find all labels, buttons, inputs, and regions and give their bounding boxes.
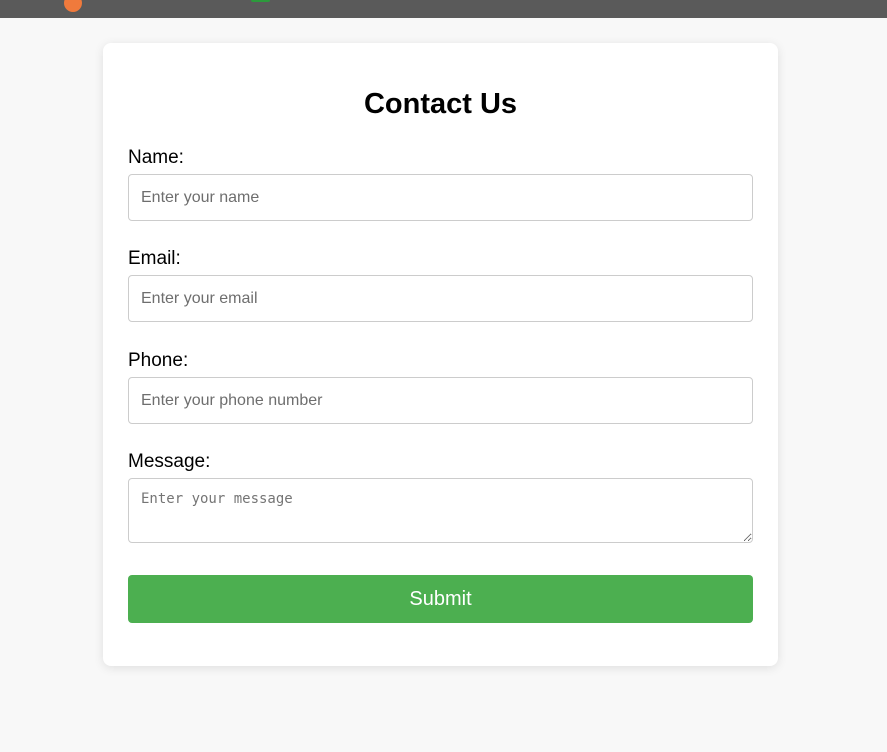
email-field-group: Email: bbox=[128, 248, 753, 322]
name-label: Name: bbox=[128, 147, 184, 168]
phone-label: Phone: bbox=[128, 350, 189, 371]
browser-tab-favicon-icon[interactable] bbox=[64, 0, 82, 12]
phone-field-group: Phone: bbox=[128, 350, 753, 424]
browser-tab-title[interactable] bbox=[104, 0, 224, 4]
browser-toolbar bbox=[0, 0, 887, 18]
submit-button[interactable]: Submit bbox=[128, 575, 753, 623]
form-title: Contact Us bbox=[363, 88, 518, 120]
email-input[interactable] bbox=[128, 275, 753, 322]
phone-input[interactable] bbox=[128, 377, 753, 424]
name-input[interactable] bbox=[128, 174, 753, 221]
email-label: Email: bbox=[128, 248, 181, 269]
contact-form-card: Contact Us Name: Email: Phone: Message: … bbox=[103, 43, 778, 666]
bookmark-icon[interactable] bbox=[251, 0, 270, 2]
message-textarea[interactable] bbox=[128, 478, 753, 543]
name-field-group: Name: bbox=[128, 147, 753, 221]
message-field-group: Message: bbox=[128, 451, 753, 543]
message-label: Message: bbox=[128, 451, 211, 472]
